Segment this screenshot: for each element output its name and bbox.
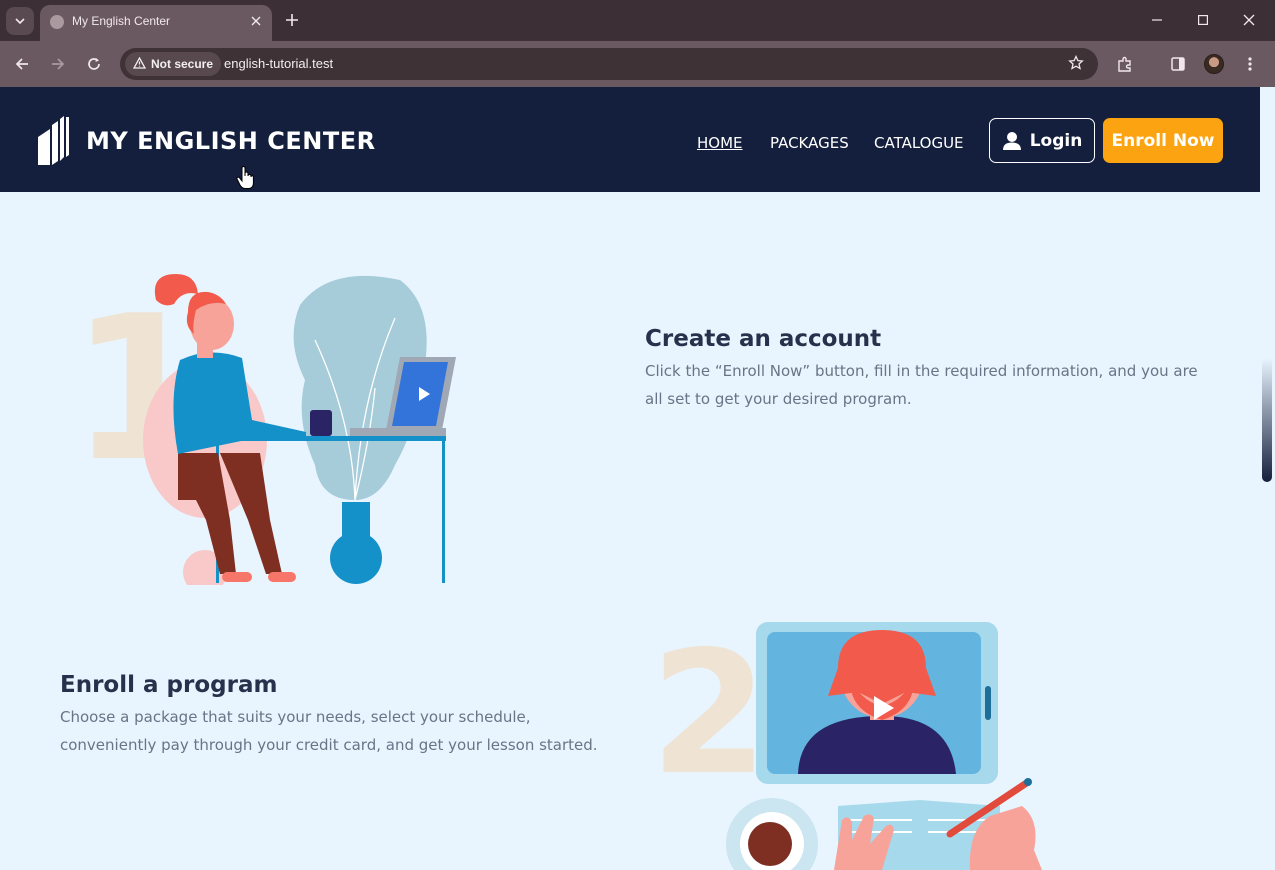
arrow-left-icon [15, 58, 28, 70]
reload-button[interactable] [82, 52, 106, 76]
maximize-icon [1198, 15, 1208, 25]
maximize-button[interactable] [1190, 8, 1216, 32]
more-vert-icon [1248, 57, 1252, 71]
logo-icon[interactable] [36, 115, 74, 167]
nav-packages[interactable]: PACKAGES [770, 134, 849, 152]
minimize-button[interactable] [1144, 8, 1170, 32]
arrow-right-icon [52, 58, 65, 70]
address-bar[interactable]: Not secure english-tutorial.test [120, 48, 1098, 80]
nav-catalogue[interactable]: CATALOGUE [874, 134, 964, 152]
profile-avatar[interactable] [1204, 54, 1224, 74]
minimize-icon [1152, 19, 1162, 21]
puzzle-icon [1118, 56, 1131, 72]
bookmark-star-icon[interactable] [1068, 54, 1084, 75]
logo-text[interactable]: MY ENGLISH CENTER [86, 127, 376, 155]
chevron-down-icon [15, 18, 25, 25]
side-panel-icon [1171, 57, 1185, 71]
browser-toolbar: Not secure english-tutorial.test [0, 41, 1275, 87]
close-icon [1243, 14, 1255, 26]
step-1-title: Create an account [645, 326, 882, 352]
browser-tab[interactable]: My English Center [40, 5, 272, 41]
forward-button[interactable] [46, 52, 70, 76]
plus-icon [286, 14, 298, 26]
new-tab-button[interactable] [282, 10, 302, 30]
page-scrollbar[interactable] [1260, 192, 1275, 870]
user-icon [1002, 131, 1021, 150]
tab-title: My English Center [72, 14, 171, 28]
step-1-description: Click the “Enroll Now” button, fill in t… [645, 362, 1198, 408]
scrollbar-thumb[interactable] [1262, 358, 1272, 482]
step-2-number: 2 [650, 620, 768, 813]
hand-cursor-icon [236, 166, 254, 189]
login-button[interactable]: Login [989, 118, 1095, 163]
back-button[interactable] [10, 52, 34, 76]
side-panel-button[interactable] [1166, 52, 1190, 76]
tab-search-button[interactable] [6, 7, 34, 35]
close-icon [251, 16, 261, 26]
step-2-description: Choose a package that suits your needs, … [60, 708, 598, 754]
globe-icon [50, 15, 64, 29]
warning-icon [133, 57, 146, 69]
security-indicator[interactable]: Not secure [125, 52, 222, 76]
reload-icon [88, 58, 100, 70]
enroll-now-button[interactable]: Enroll Now [1103, 118, 1223, 163]
step-1-illustration: 1 [70, 273, 456, 585]
security-label: Not secure [151, 57, 214, 71]
browser-menu-button[interactable] [1238, 52, 1262, 76]
extensions-button[interactable] [1113, 52, 1137, 76]
browser-tab-bar: My English Center [0, 0, 1275, 41]
url-text[interactable]: english-tutorial.test [224, 56, 333, 71]
login-label: Login [1029, 130, 1083, 151]
tab-close-button[interactable] [248, 13, 264, 29]
step-2-illustration: 2 [650, 620, 1042, 870]
nav-home[interactable]: HOME [697, 134, 743, 152]
window-close-button[interactable] [1236, 8, 1262, 32]
step-2-title: Enroll a program [60, 672, 278, 698]
site-header: MY ENGLISH CENTER HOME PACKAGES CATALOGU… [0, 87, 1260, 192]
